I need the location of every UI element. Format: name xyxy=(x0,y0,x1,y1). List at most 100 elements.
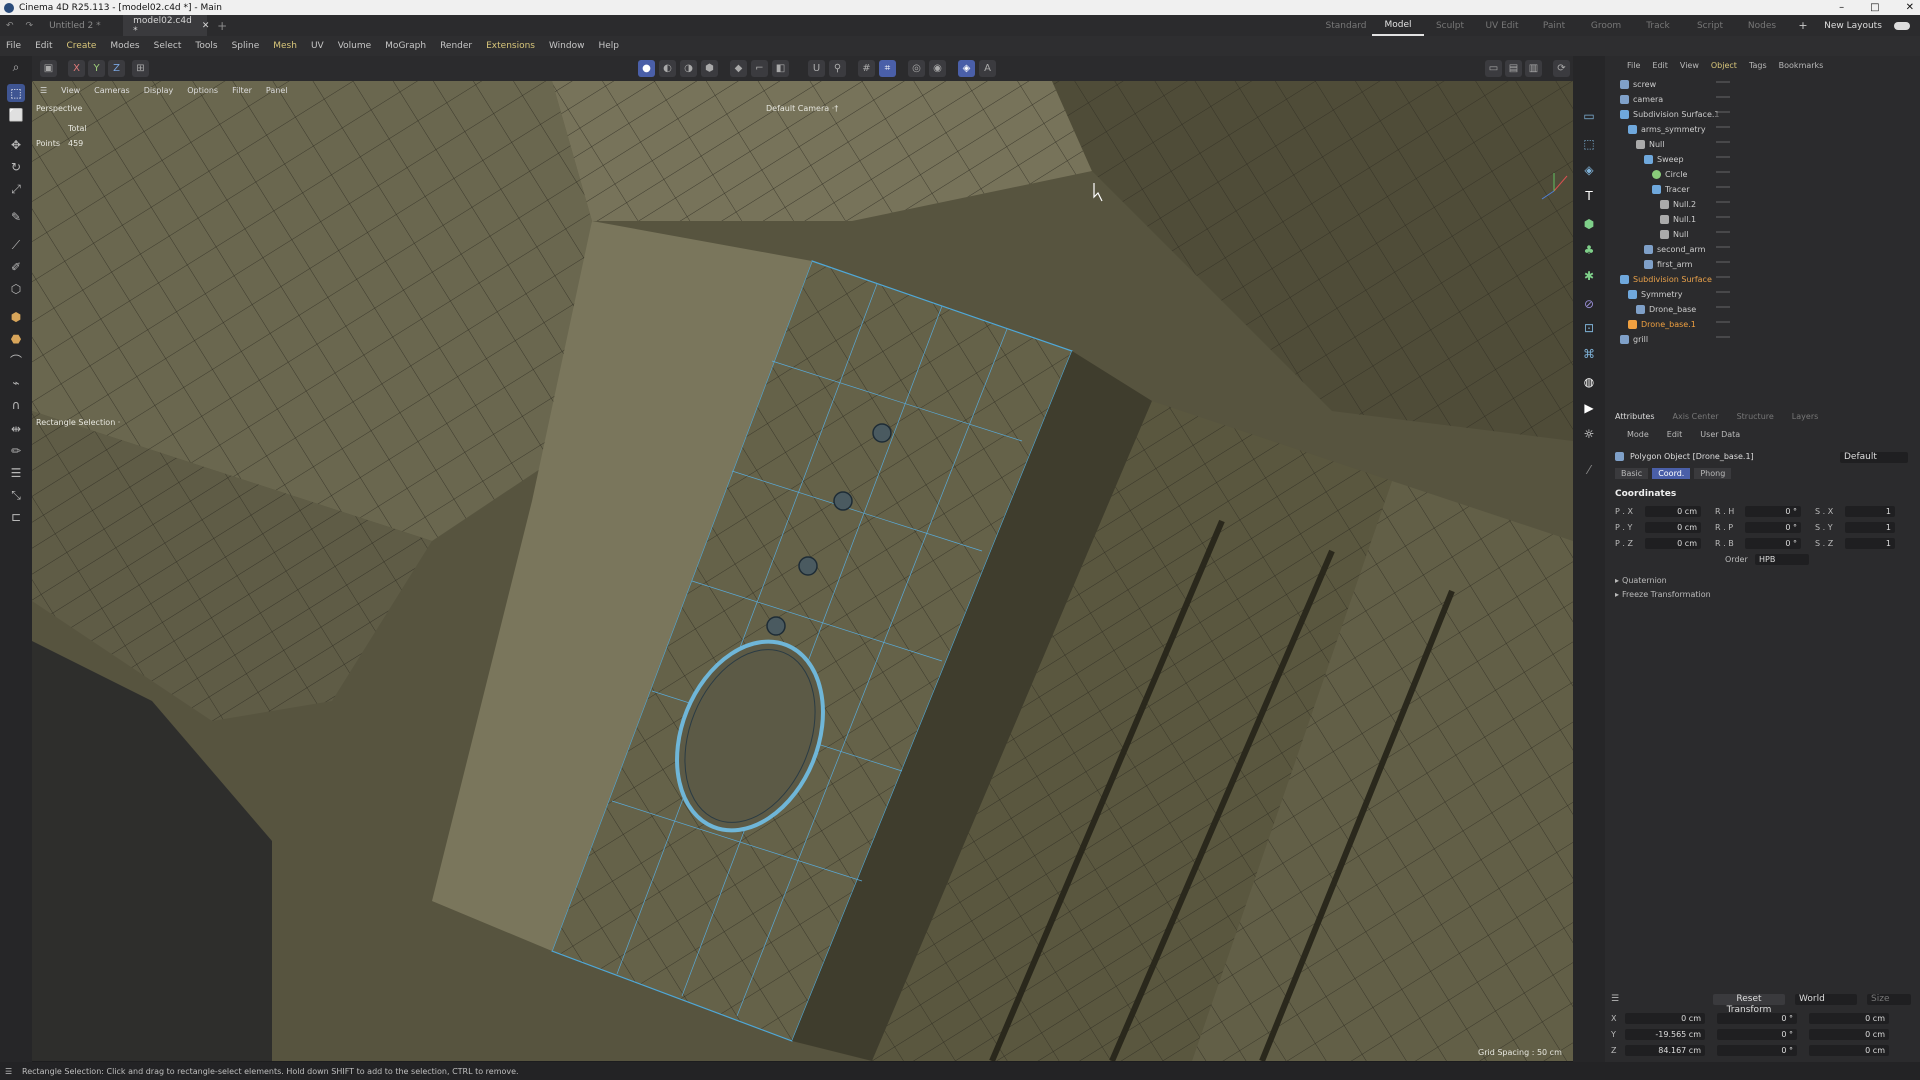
menu-edit[interactable]: Edit xyxy=(35,41,52,51)
screw-hole-4[interactable] xyxy=(766,616,786,636)
tree-item-null-0[interactable]: Null xyxy=(1660,227,1689,241)
soft-selection-icon[interactable]: ⚲ xyxy=(829,60,846,77)
layout-track[interactable]: Track xyxy=(1632,21,1684,31)
visibility-dots-column[interactable] xyxy=(1716,78,1730,348)
tab-structure[interactable]: Structure xyxy=(1737,412,1774,421)
menu-mesh[interactable]: Mesh xyxy=(273,41,297,51)
scale-x-field[interactable]: 1 xyxy=(1845,506,1895,517)
om-menu-view[interactable]: View xyxy=(1680,61,1699,70)
generator-icon[interactable]: ◈ xyxy=(1581,162,1597,178)
layout-uv-edit[interactable]: UV Edit xyxy=(1476,21,1528,31)
tree-item-subdivision-surface[interactable]: Subdivision Surface xyxy=(1620,272,1712,286)
pos-y-field[interactable]: 0 cm xyxy=(1645,522,1701,533)
size-mode-dropdown[interactable]: Size xyxy=(1867,994,1911,1005)
brush-tool-icon[interactable]: ✐ xyxy=(7,258,25,276)
rot-p-field[interactable]: 0 ° xyxy=(1745,522,1801,533)
add-tab-button[interactable]: + xyxy=(207,15,237,36)
lock-z-button[interactable]: Z xyxy=(108,60,125,77)
tracer-icon[interactable]: ⌘ xyxy=(1581,346,1597,362)
menu-select[interactable]: Select xyxy=(154,41,182,51)
menu-mograph[interactable]: MoGraph xyxy=(385,41,426,51)
paint-icon[interactable]: ✏ xyxy=(7,442,25,460)
menu-modes[interactable]: Modes xyxy=(110,41,139,51)
layout-paint[interactable]: Paint xyxy=(1528,21,1580,31)
tree-item-subdivision-surface-1[interactable]: Subdivision Surface.1 xyxy=(1620,107,1720,121)
spline-primitive-icon[interactable]: ⬚ xyxy=(1581,136,1597,152)
tree-item-drone-base-1[interactable]: Drone_base.1 xyxy=(1628,317,1696,331)
tree-item-first-arm[interactable]: first_arm xyxy=(1644,257,1692,271)
world-pos-x-field[interactable]: 0 cm xyxy=(1625,1013,1705,1024)
layout-toggle-icon[interactable] xyxy=(1894,21,1910,30)
layout-nodes[interactable]: Nodes xyxy=(1736,21,1788,31)
menu-uv[interactable]: UV xyxy=(311,41,324,51)
status-menu-icon[interactable]: ☰ xyxy=(5,1067,12,1076)
world-rot-z-field[interactable]: 0 ° xyxy=(1717,1045,1797,1056)
tab-attributes[interactable]: Attributes xyxy=(1615,412,1655,421)
snap-grid-icon[interactable]: # xyxy=(858,60,875,77)
preset-dropdown[interactable]: Default xyxy=(1840,452,1908,463)
layers-icon[interactable]: ☰ xyxy=(7,464,25,482)
tree-item-drone-base[interactable]: Drone_base xyxy=(1636,302,1696,316)
edges-mode-icon[interactable]: ◐ xyxy=(659,60,676,77)
scale-node-icon[interactable]: ⤡ xyxy=(7,486,25,504)
tree-item-tracer[interactable]: Tracer xyxy=(1652,182,1690,196)
bridge-icon[interactable]: ⌒ xyxy=(7,352,25,370)
scale-z-field[interactable]: 1 xyxy=(1845,538,1895,549)
magnet-icon[interactable]: U xyxy=(808,60,825,77)
tree-item-symmetry[interactable]: Symmetry xyxy=(1628,287,1682,301)
lock-x-button[interactable]: X xyxy=(68,60,85,77)
cube-primitive-icon[interactable]: ▭ xyxy=(1581,108,1597,124)
stitch-icon[interactable]: ⌁ xyxy=(7,374,25,392)
new-layouts-button[interactable]: New Layouts xyxy=(1818,21,1888,31)
subtab-coord[interactable]: Coord. xyxy=(1652,468,1691,479)
layout-groom[interactable]: Groom xyxy=(1580,21,1632,31)
texture-mode-icon[interactable]: ◧ xyxy=(772,60,789,77)
render-view-icon[interactable]: ▭ xyxy=(1485,60,1502,77)
menu-extensions[interactable]: Extensions xyxy=(486,41,535,51)
menu-volume[interactable]: Volume xyxy=(338,41,371,51)
render-settings-icon[interactable]: ▥ xyxy=(1525,60,1542,77)
subtab-phong[interactable]: Phong xyxy=(1694,468,1732,479)
coordinate-system-icon[interactable]: ⊞ xyxy=(132,60,149,77)
world-rot-x-field[interactable]: 0 ° xyxy=(1717,1013,1797,1024)
axis-mode-icon[interactable]: ⌐ xyxy=(751,60,768,77)
layout-script[interactable]: Script xyxy=(1684,21,1736,31)
null-object-icon[interactable]: ⊡ xyxy=(1581,320,1597,336)
camera-object-icon[interactable]: ▶ xyxy=(1581,400,1597,416)
tags-column[interactable] xyxy=(1744,78,1784,348)
interactive-render-icon[interactable]: ⟳ xyxy=(1553,60,1570,77)
polygons-mode-icon[interactable]: ◑ xyxy=(680,60,697,77)
screw-hole-2[interactable] xyxy=(833,491,853,511)
viewport-menu-display[interactable]: Display xyxy=(144,86,174,95)
points-mode-icon[interactable]: ● xyxy=(638,60,655,77)
menu-render[interactable]: Render xyxy=(440,41,472,51)
world-pos-z-field[interactable]: 84.167 cm xyxy=(1625,1045,1705,1056)
world-rot-y-field[interactable]: 0 ° xyxy=(1717,1029,1797,1040)
uv-mode-icon[interactable]: ⬢ xyxy=(701,60,718,77)
attr-menu-mode[interactable]: Mode xyxy=(1627,430,1649,439)
scale-y-field[interactable]: 1 xyxy=(1845,522,1895,533)
viewport-menu-view[interactable]: View xyxy=(61,86,80,95)
om-menu-tags[interactable]: Tags xyxy=(1749,61,1767,70)
render-to-picture-viewer-icon[interactable]: ▤ xyxy=(1505,60,1522,77)
knife-tool-icon[interactable]: ⟋ xyxy=(7,236,25,254)
guide-icon[interactable]: ⁄ xyxy=(1581,462,1597,478)
subdivision-icon[interactable]: ⬢ xyxy=(1581,216,1597,232)
om-menu-file[interactable]: File xyxy=(1627,61,1640,70)
menu-tools[interactable]: Tools xyxy=(195,41,217,51)
world-size-x-field[interactable]: 0 cm xyxy=(1809,1013,1889,1024)
measure-icon[interactable]: ⊏ xyxy=(7,508,25,526)
layout-sculpt[interactable]: Sculpt xyxy=(1424,21,1476,31)
world-pos-y-field[interactable]: -19.565 cm xyxy=(1625,1029,1705,1040)
menu-create[interactable]: Create xyxy=(67,41,97,51)
solo-off-icon[interactable]: A xyxy=(979,60,996,77)
rot-h-field[interactable]: 0 ° xyxy=(1745,506,1801,517)
order-dropdown[interactable]: HPB xyxy=(1755,554,1809,565)
polygon-pen-icon[interactable]: ⬡ xyxy=(7,280,25,298)
object-mode-icon[interactable]: ◆ xyxy=(730,60,747,77)
screw-hole-1[interactable] xyxy=(872,423,892,443)
pos-z-field[interactable]: 0 cm xyxy=(1645,538,1701,549)
menu-file[interactable]: File xyxy=(6,41,21,51)
viewport-solo-icon[interactable]: ◈ xyxy=(958,60,975,77)
mirror-icon[interactable]: ⇹ xyxy=(7,420,25,438)
